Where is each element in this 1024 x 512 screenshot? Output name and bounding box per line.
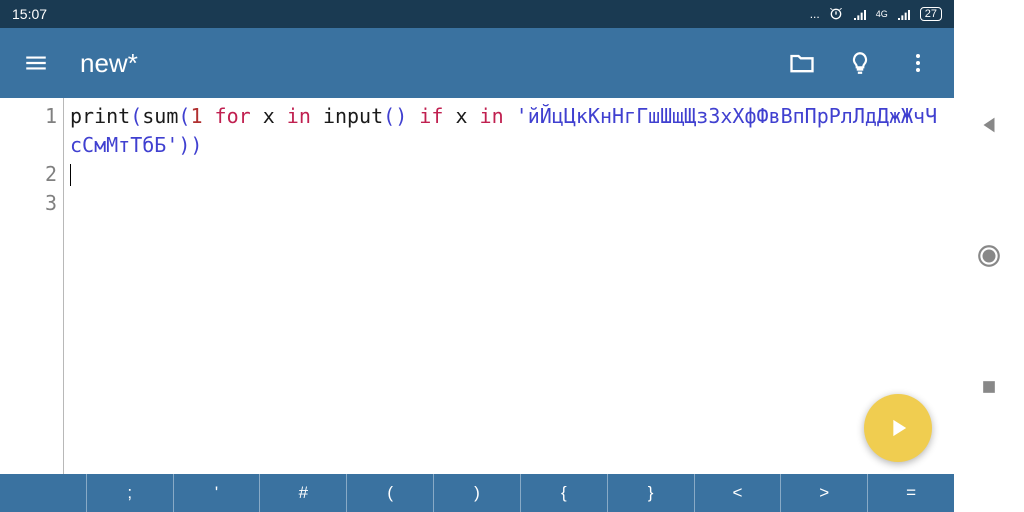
tok-lparen: (	[130, 104, 142, 128]
key-rbrace[interactable]: }	[607, 474, 694, 512]
nav-recent-button[interactable]	[973, 371, 1005, 403]
tok-number: 1	[190, 104, 202, 128]
more-vert-icon	[906, 51, 930, 75]
key-lt[interactable]: <	[694, 474, 781, 512]
hint-button[interactable]	[840, 43, 880, 83]
folder-button[interactable]	[782, 43, 822, 83]
tok-input: input	[323, 104, 383, 128]
app-toolbar: new*	[0, 28, 954, 98]
run-button[interactable]	[864, 394, 932, 462]
hamburger-icon	[23, 50, 49, 76]
line-number-wrap	[0, 131, 57, 160]
key-rparen[interactable]: )	[433, 474, 520, 512]
circle-home-icon	[976, 243, 1002, 269]
text-cursor	[70, 164, 71, 186]
tok-sum: sum	[142, 104, 178, 128]
tok-print: print	[70, 104, 130, 128]
signal2-icon	[896, 6, 912, 22]
tok-var: x	[263, 104, 275, 128]
key-hash[interactable]: #	[259, 474, 346, 512]
folder-icon	[788, 49, 816, 77]
tok-rparen: )	[395, 104, 407, 128]
status-time: 15:07	[12, 6, 810, 22]
tok-var: x	[455, 104, 467, 128]
square-recent-icon	[979, 377, 999, 397]
bulb-icon	[847, 50, 873, 76]
line-number: 3	[0, 189, 57, 218]
key-lparen[interactable]: (	[346, 474, 433, 512]
battery-indicator: 27	[920, 7, 942, 21]
tok-rparen: )	[190, 133, 202, 157]
key-lbrace[interactable]: {	[520, 474, 607, 512]
triangle-back-icon	[978, 114, 1000, 136]
code-content[interactable]: print(sum(1 for x in input() if x in 'йЙ…	[64, 98, 954, 474]
tok-in: in	[287, 104, 311, 128]
network-label: 4G	[876, 9, 888, 19]
signal-icon	[852, 6, 868, 22]
nav-home-button[interactable]	[973, 240, 1005, 272]
file-title: new*	[80, 48, 764, 79]
editor[interactable]: 1 2 3 print(sum(1 for x in input() if x …	[0, 98, 954, 474]
line-number: 2	[0, 160, 57, 189]
tok-rparen: )	[178, 133, 190, 157]
key-eq[interactable]: =	[867, 474, 954, 512]
nav-back-button[interactable]	[973, 109, 1005, 141]
tok-for: for	[215, 104, 251, 128]
tok-lparen: (	[178, 104, 190, 128]
status-bar: 15:07 ... 4G 27	[0, 0, 954, 28]
more-button[interactable]	[898, 43, 938, 83]
key-semicolon[interactable]: ;	[86, 474, 173, 512]
tok-lparen: (	[383, 104, 395, 128]
android-nav-bar	[954, 0, 1024, 512]
status-right-group: ... 4G 27	[810, 6, 942, 22]
status-dots: ...	[810, 7, 820, 21]
play-icon	[884, 414, 912, 442]
tok-in: in	[480, 104, 504, 128]
key-tab[interactable]	[0, 474, 86, 512]
alarm-icon	[828, 6, 844, 22]
menu-button[interactable]	[16, 43, 56, 83]
tok-if: if	[419, 104, 443, 128]
line-number: 1	[0, 102, 57, 131]
line-gutter: 1 2 3	[0, 98, 64, 474]
key-quote[interactable]: '	[173, 474, 260, 512]
phone-surface: 15:07 ... 4G 27 new* 1 2 3	[0, 0, 954, 512]
key-gt[interactable]: >	[780, 474, 867, 512]
symbol-toolbar: ; ' # ( ) { } < > =	[0, 474, 954, 512]
